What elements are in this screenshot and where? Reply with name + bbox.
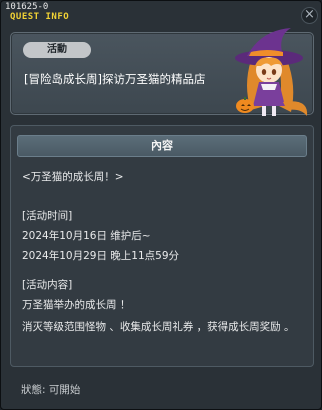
- content-header: 內容: [17, 135, 307, 157]
- content-heading: <万圣猫的成长周！>: [22, 171, 124, 183]
- quest-title: [冒险岛成长周]探访万圣猫的精品店: [24, 72, 206, 86]
- quest-info-window: 101625-0 QUEST INFO × 活動 [冒险岛成长周]探访万圣猫的精…: [0, 0, 322, 410]
- quest-status: 狀態: 可開始: [21, 384, 81, 396]
- time-label: [活动时间]: [22, 210, 73, 222]
- halloween-cat-mascot-icon: [235, 28, 308, 116]
- window-title: QUEST INFO: [10, 12, 70, 22]
- detail-label: [活动内容]: [22, 279, 73, 291]
- quest-id: 101625-0: [5, 2, 49, 12]
- detail-line-1: 万圣猫举办的成长周 ！: [22, 299, 131, 311]
- quest-summary-panel: 活動 [冒险岛成长周]探访万圣猫的精品店: [10, 28, 314, 116]
- event-badge: 活動: [23, 42, 91, 58]
- detail-line-2: 消灭等级范围怪物 、收集成长周礼券 ，获得成长周奖励 。: [22, 321, 295, 333]
- time-end: 2024年10月29日 晚上11点59分: [22, 250, 180, 262]
- time-start: 2024年10月16日 维护后~: [22, 230, 151, 242]
- close-button[interactable]: ×: [301, 7, 318, 24]
